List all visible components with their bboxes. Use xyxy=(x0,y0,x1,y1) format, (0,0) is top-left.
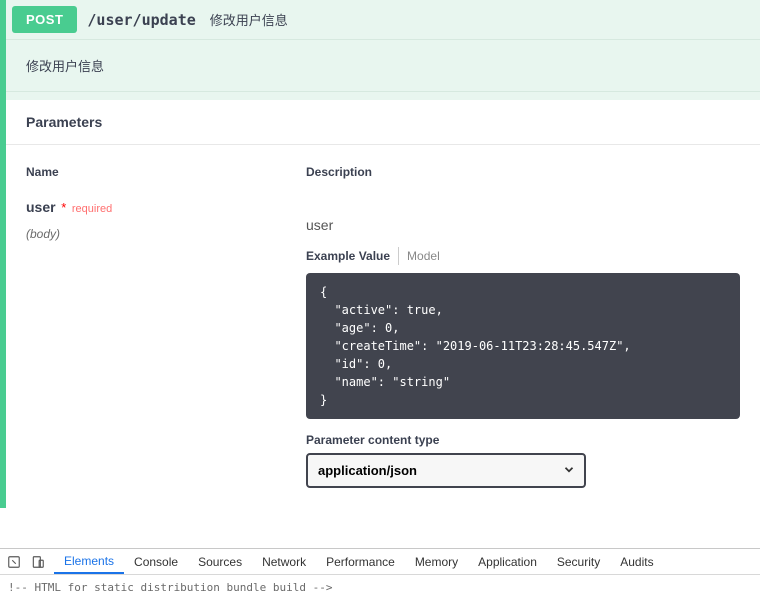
param-description: user xyxy=(306,217,740,233)
param-row-name: user * required (body) xyxy=(26,199,306,241)
param-in: (body) xyxy=(26,227,306,241)
http-method-badge: POST xyxy=(12,6,77,33)
column-header-name: Name xyxy=(26,165,306,199)
api-header[interactable]: POST /user/update 修改用户信息 xyxy=(6,0,760,40)
parameters-title: Parameters xyxy=(6,100,760,145)
content-type-select[interactable]: application/json xyxy=(306,453,586,488)
tab-model[interactable]: Model xyxy=(398,247,440,265)
devtools-tab-audits[interactable]: Audits xyxy=(610,549,663,574)
devtools-tab-sources[interactable]: Sources xyxy=(188,549,252,574)
api-path: /user/update xyxy=(87,11,195,29)
devtools-tab-performance[interactable]: Performance xyxy=(316,549,405,574)
inspect-icon[interactable] xyxy=(6,554,22,570)
devtools-tab-application[interactable]: Application xyxy=(468,549,547,574)
param-name: user xyxy=(26,199,56,215)
devtools-tab-memory[interactable]: Memory xyxy=(405,549,468,574)
devtools-panel: Elements Console Sources Network Perform… xyxy=(0,548,760,600)
content-type-select-wrap: application/json xyxy=(306,453,586,488)
parameters-section: Parameters Name user * required (body) D… xyxy=(6,100,760,508)
content-type-label: Parameter content type xyxy=(306,433,740,447)
devtools-tab-console[interactable]: Console xyxy=(124,549,188,574)
parameters-table: Name user * required (body) Description … xyxy=(6,145,760,508)
devtools-tab-elements[interactable]: Elements xyxy=(54,549,124,574)
devtools-tab-security[interactable]: Security xyxy=(547,549,610,574)
api-operation: POST /user/update 修改用户信息 修改用户信息 Paramete… xyxy=(0,0,760,508)
tab-example-value[interactable]: Example Value xyxy=(306,247,390,265)
device-toolbar-icon[interactable] xyxy=(30,554,46,570)
devtools-tab-network[interactable]: Network xyxy=(252,549,316,574)
column-header-description: Description xyxy=(306,165,740,199)
devtools-tabs: Elements Console Sources Network Perform… xyxy=(0,549,760,575)
required-star-icon: * xyxy=(61,200,66,215)
required-label: required xyxy=(72,203,112,215)
devtools-source-line[interactable]: !-- HTML for static distribution bundle … xyxy=(0,575,760,600)
api-summary: 修改用户信息 xyxy=(210,10,288,29)
api-description: 修改用户信息 xyxy=(6,40,760,92)
example-json[interactable]: { "active": true, "age": 0, "createTime"… xyxy=(306,273,740,419)
example-tabs: Example Value Model xyxy=(306,247,740,265)
